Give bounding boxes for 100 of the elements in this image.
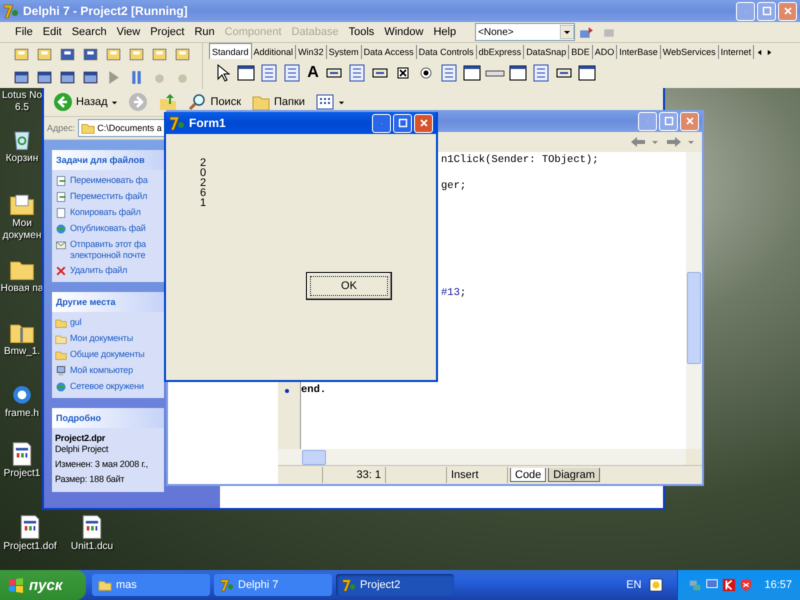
- folder-up-icon: [158, 92, 178, 112]
- shield-icon[interactable]: [739, 578, 754, 592]
- minimize-button[interactable]: [372, 114, 391, 132]
- menu-item[interactable]: Run: [189, 24, 220, 40]
- help-icon[interactable]: [649, 578, 664, 592]
- cross-icon: [55, 265, 67, 277]
- folder-icon: [81, 121, 96, 135]
- palette-tab[interactable]: Internet: [718, 45, 754, 59]
- task-link[interactable]: Переименовать фа: [55, 175, 161, 187]
- delphi-logo-icon: [342, 578, 356, 592]
- ok-button[interactable]: OK: [306, 272, 392, 300]
- folder-icon: [55, 317, 67, 329]
- palette-tab[interactable]: System: [326, 45, 362, 59]
- vertical-scrollbar[interactable]: [686, 152, 702, 449]
- task-link[interactable]: Мои документы: [55, 333, 161, 345]
- antivirus-icon[interactable]: [722, 578, 736, 592]
- task-link[interactable]: Удалить файл: [55, 265, 161, 277]
- code-line: end.: [301, 384, 326, 397]
- maximize-icon: [398, 118, 408, 128]
- code-line: #13;: [441, 287, 466, 300]
- clock: 16:57: [764, 579, 792, 591]
- close-button[interactable]: [414, 114, 433, 132]
- task-link[interactable]: Сетевое окружени: [55, 381, 161, 393]
- task-link[interactable]: gul: [55, 317, 161, 329]
- scroll-thumb[interactable]: [687, 272, 701, 364]
- palette-tab[interactable]: Data Controls: [416, 45, 477, 59]
- globe-icon: [55, 223, 67, 235]
- menu-item[interactable]: File: [10, 24, 38, 40]
- output-digit: 2: [200, 158, 208, 168]
- envelope-icon: [55, 239, 67, 251]
- output-digit: 1: [200, 198, 208, 208]
- language-indicator[interactable]: EN: [626, 579, 642, 591]
- palette-tab[interactable]: WebServices: [660, 45, 719, 59]
- close-icon: [418, 118, 428, 128]
- palette-tab[interactable]: InterBase: [617, 45, 661, 59]
- close-icon: [684, 116, 694, 126]
- maximize-button[interactable]: [393, 114, 412, 132]
- editor-tab[interactable]: Diagram: [548, 468, 600, 482]
- delphi-logo-icon: [3, 3, 19, 19]
- object-selector-dropdown[interactable]: <None>: [475, 23, 576, 41]
- folder-icon: [55, 349, 67, 361]
- editor-tab[interactable]: Code: [510, 468, 546, 482]
- address-field[interactable]: C:\Documents a: [78, 119, 165, 137]
- palette-tab[interactable]: BDE: [569, 45, 593, 59]
- folder-icon: [98, 578, 112, 592]
- menu-item[interactable]: Project: [145, 24, 190, 40]
- palette-tab[interactable]: Win32: [296, 45, 327, 59]
- desktop-icon-label: Мои докумен: [2, 218, 42, 242]
- panel-title[interactable]: Подробно: [52, 408, 164, 428]
- desktop-icon-label: Bmw_1.: [4, 346, 40, 358]
- panel-title[interactable]: Задачи для файлов: [52, 150, 164, 170]
- task-link[interactable]: Переместить файл: [55, 191, 161, 203]
- edit-mode: Insert: [447, 467, 508, 483]
- code-line: n1Click(Sender: TObject);: [441, 154, 599, 167]
- back-button[interactable]: Назад: [50, 90, 121, 114]
- taskbar-button[interactable]: Delphi 7: [214, 574, 332, 596]
- copy-icon: [55, 207, 67, 219]
- output-digit: 2: [200, 178, 208, 188]
- desktop-icon-label: Project1: [4, 468, 40, 480]
- search-button[interactable]: Поиск: [184, 90, 244, 114]
- menu-item[interactable]: Window: [379, 24, 428, 40]
- task-link[interactable]: Отправить этот фа электронной почте: [55, 239, 161, 261]
- palette-tab[interactable]: dbExpress: [476, 45, 524, 59]
- start-button[interactable]: пуск: [0, 570, 86, 600]
- label-tool-icon[interactable]: A: [305, 64, 321, 82]
- desktop-icon-label: Project1.dof: [3, 541, 57, 553]
- panel-title[interactable]: Другие места: [52, 292, 164, 312]
- task-link[interactable]: Мой компьютер: [55, 365, 161, 377]
- document-folder-icon: [55, 333, 67, 345]
- back-arrow-icon[interactable]: [630, 136, 660, 148]
- taskbar-button[interactable]: mas: [92, 574, 210, 596]
- folders-button[interactable]: Папки: [248, 90, 308, 114]
- forward-arrow-icon[interactable]: [666, 136, 696, 148]
- desktop-icon-label: Lotus No 6.5: [0, 90, 44, 114]
- horizontal-scrollbar[interactable]: [278, 449, 686, 465]
- task-link[interactable]: Копировать файл: [55, 207, 161, 219]
- address-label: Адрес:: [47, 123, 76, 133]
- cursor-position: 33: 1: [323, 467, 386, 483]
- palette-tab[interactable]: Standard: [209, 43, 252, 59]
- maximize-icon: [664, 116, 674, 126]
- frame-icon[interactable]: [236, 63, 256, 83]
- palette-tab[interactable]: Data Access: [362, 45, 417, 59]
- palette-tab[interactable]: Additional: [252, 45, 296, 59]
- palette-tab[interactable]: ADO: [592, 45, 618, 59]
- desktop-icon-label: Unit1.dcu: [70, 541, 114, 553]
- network-icon: [55, 381, 67, 393]
- task-link[interactable]: Опубликовать фай: [55, 223, 161, 235]
- right-arrow-icon: [766, 48, 773, 56]
- menu-item[interactable]: Help: [428, 24, 462, 40]
- taskbar-button[interactable]: Project2: [336, 574, 454, 596]
- desktop-icon-label: Корзин: [6, 153, 38, 165]
- scroll-thumb[interactable]: [302, 450, 326, 465]
- menu-item[interactable]: View: [112, 24, 146, 40]
- menu-item[interactable]: Tools: [344, 24, 380, 40]
- palette-tab[interactable]: DataSnap: [524, 45, 570, 59]
- menu-item[interactable]: Edit: [38, 24, 67, 40]
- task-link[interactable]: Общие документы: [55, 349, 161, 361]
- left-arrow-icon: [756, 48, 763, 56]
- menu-item[interactable]: Search: [66, 24, 112, 40]
- code-line: ger;: [441, 180, 466, 193]
